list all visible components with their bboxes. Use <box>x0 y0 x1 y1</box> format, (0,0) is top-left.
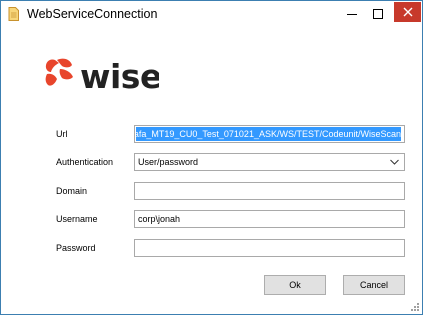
close-icon <box>403 7 412 17</box>
maximize-icon <box>373 9 383 19</box>
url-value: aafa_MT19_CU0_Test_071021_ASK/WS/TEST/Co… <box>136 127 401 141</box>
svg-text:wise: wise <box>80 57 159 96</box>
window-title: WebServiceConnection <box>27 7 158 21</box>
authentication-label: Authentication <box>56 157 114 167</box>
wise-logo: wise <box>45 57 159 96</box>
chevron-down-icon <box>390 159 399 165</box>
url-field[interactable]: aafa_MT19_CU0_Test_071021_ASK/WS/TEST/Co… <box>134 125 405 143</box>
username-field[interactable]: corp\jonah <box>134 210 405 228</box>
close-button[interactable] <box>394 2 421 22</box>
minimize-icon <box>347 14 357 15</box>
title-bar[interactable]: WebServiceConnection <box>1 1 422 29</box>
ok-button[interactable]: Ok <box>264 275 326 295</box>
url-label: Url <box>56 129 68 139</box>
password-field[interactable] <box>134 239 405 257</box>
document-icon <box>8 7 19 21</box>
authentication-value: User/password <box>138 157 199 167</box>
username-value: corp\jonah <box>138 214 181 224</box>
cancel-button[interactable]: Cancel <box>343 275 405 295</box>
domain-label: Domain <box>56 186 88 196</box>
username-label: Username <box>56 214 98 224</box>
domain-field[interactable] <box>134 182 405 200</box>
maximize-button[interactable] <box>365 1 391 27</box>
minimize-button[interactable] <box>339 1 365 27</box>
resize-grip-icon[interactable] <box>410 302 419 311</box>
web-service-connection-window: WebServiceConnection wise Url aafa_MT19_… <box>0 0 423 315</box>
authentication-select[interactable]: User/password <box>134 153 405 171</box>
password-label: Password <box>56 243 96 253</box>
